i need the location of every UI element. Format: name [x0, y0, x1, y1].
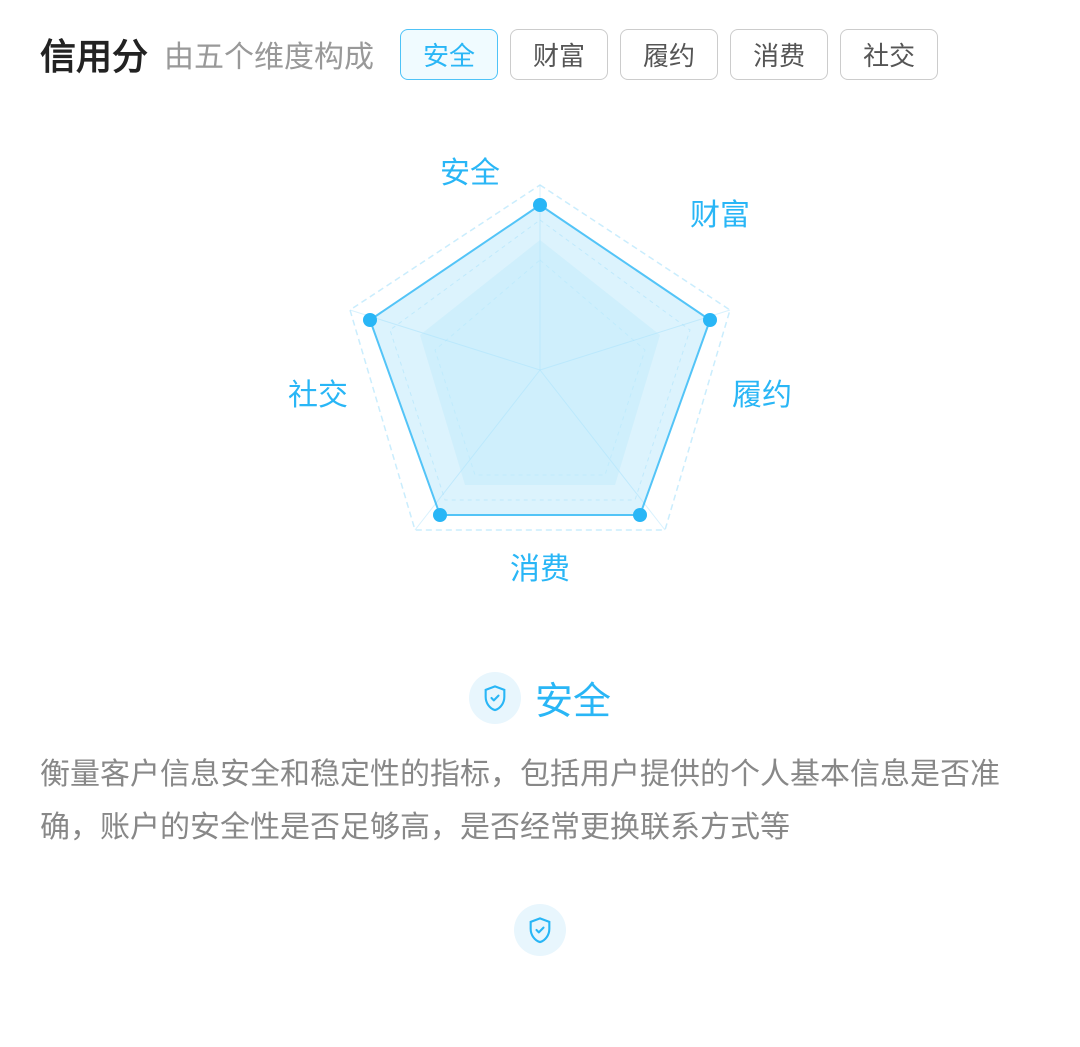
tag-wealth[interactable]: 财富	[510, 29, 608, 80]
info-description: 衡量客户信息安全和稳定性的指标，包括用户提供的个人基本信息是否准确，账户的安全性…	[40, 749, 1040, 854]
tag-social[interactable]: 社交	[840, 29, 938, 80]
tag-consumption[interactable]: 消费	[730, 29, 828, 80]
label-social: 社交	[288, 370, 348, 414]
bottom-icon-wrap[interactable]	[514, 904, 566, 956]
shield-check-icon	[481, 684, 509, 712]
page-title: 信用分	[40, 28, 148, 80]
tag-list: 安全 财富 履约 消费 社交	[400, 29, 938, 80]
label-contract: 履约	[732, 370, 792, 414]
info-section: 安全 衡量客户信息安全和稳定性的指标，包括用户提供的个人基本信息是否准确，账户的…	[0, 650, 1080, 884]
bottom-indicator	[0, 884, 1080, 976]
label-wealth: 财富	[690, 190, 750, 234]
info-title-row: 安全	[40, 670, 1040, 725]
radar-container: 安全 财富 履约 消费 社交	[270, 130, 810, 630]
bottom-shield-icon	[526, 916, 554, 944]
label-security: 安全	[440, 148, 500, 192]
shield-icon-wrap	[469, 672, 521, 724]
tag-security[interactable]: 安全	[400, 29, 498, 80]
label-consumption: 消费	[510, 544, 570, 588]
radar-section: 安全 财富 履约 消费 社交	[0, 100, 1080, 650]
page-subtitle: 由五个维度构成	[164, 32, 374, 76]
info-title: 安全	[535, 670, 611, 725]
tag-contract[interactable]: 履约	[620, 29, 718, 80]
page-header: 信用分 由五个维度构成 安全 财富 履约 消费 社交	[0, 0, 1080, 100]
